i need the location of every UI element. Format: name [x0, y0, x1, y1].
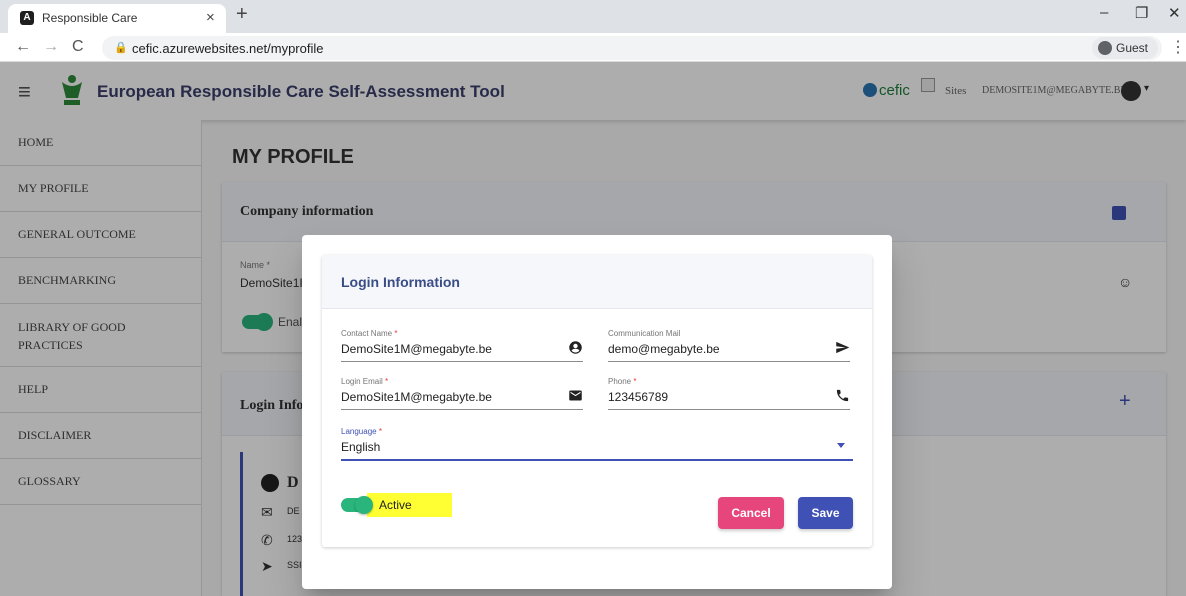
required-marker: * [378, 427, 382, 436]
required-marker: * [633, 377, 637, 386]
phone-label-text: Phone [608, 377, 632, 386]
new-tab-icon[interactable]: + [236, 3, 248, 26]
language-label-text: Language [341, 427, 377, 436]
dialog-card: Login Information Contact Name * DemoSit… [322, 255, 872, 547]
required-marker: * [394, 329, 398, 338]
mail-icon [569, 390, 582, 401]
phone-underline [608, 409, 850, 410]
close-window-icon[interactable]: ✕ [1168, 4, 1181, 22]
login-email-input[interactable]: DemoSite1M@megabyte.be [341, 390, 492, 404]
profile-button[interactable]: Guest [1092, 37, 1159, 59]
browser-menu-icon[interactable]: ⋮ [1170, 37, 1186, 57]
phone-label: Phone * [608, 377, 637, 386]
minimize-icon[interactable]: – [1100, 4, 1108, 21]
contact-name-label-text: Contact Name [341, 329, 393, 338]
login-email-label-text: Login Email [341, 377, 383, 386]
chevron-down-icon[interactable] [837, 443, 845, 448]
angular-favicon-icon: A [20, 11, 34, 25]
contact-name-underline [341, 361, 583, 362]
send-icon [836, 341, 850, 354]
forward-icon[interactable]: → [43, 38, 59, 56]
communication-mail-label: Communication Mail [608, 329, 681, 338]
reload-icon[interactable]: C [72, 38, 84, 56]
omnibox[interactable]: 🔒 cefic.azurewebsites.net/myprofile Gues… [102, 36, 1162, 60]
tab-close-icon[interactable]: × [206, 9, 215, 26]
phone-input[interactable]: 123456789 [608, 390, 668, 404]
language-underline [341, 459, 853, 461]
restore-icon[interactable]: ❐ [1135, 4, 1148, 22]
phone-icon [836, 389, 849, 402]
active-toggle-label[interactable]: Active [379, 498, 412, 512]
tab-title: Responsible Care [42, 11, 138, 25]
communication-mail-underline [608, 361, 850, 362]
profile-label: Guest [1116, 41, 1149, 55]
browser-tab[interactable]: A Responsible Care × [8, 4, 226, 33]
save-button[interactable]: Save [798, 497, 853, 529]
language-label: Language * [341, 427, 382, 436]
cancel-button[interactable]: Cancel [718, 497, 784, 529]
lock-icon: 🔒 [114, 42, 128, 54]
browser-tabbar: A Responsible Care × + – ❐ ✕ [0, 0, 1186, 33]
guest-avatar-icon [1098, 41, 1112, 55]
dialog-title: Login Information [322, 255, 872, 309]
communication-mail-input[interactable]: demo@megabyte.be [608, 342, 720, 356]
contact-name-input[interactable]: DemoSite1M@megabyte.be [341, 342, 492, 356]
active-toggle-knob[interactable] [355, 496, 373, 514]
login-email-label: Login Email * [341, 377, 388, 386]
address-bar: ← → C 🔒 cefic.azurewebsites.net/myprofil… [0, 33, 1186, 62]
back-icon[interactable]: ← [15, 38, 31, 56]
required-marker: * [385, 377, 389, 386]
account-circle-icon [569, 341, 582, 354]
contact-name-label: Contact Name * [341, 329, 398, 338]
url-text[interactable]: cefic.azurewebsites.net/myprofile [132, 41, 323, 56]
login-email-underline [341, 409, 583, 410]
login-information-dialog: Login Information Contact Name * DemoSit… [302, 235, 892, 589]
language-value[interactable]: English [341, 440, 380, 454]
